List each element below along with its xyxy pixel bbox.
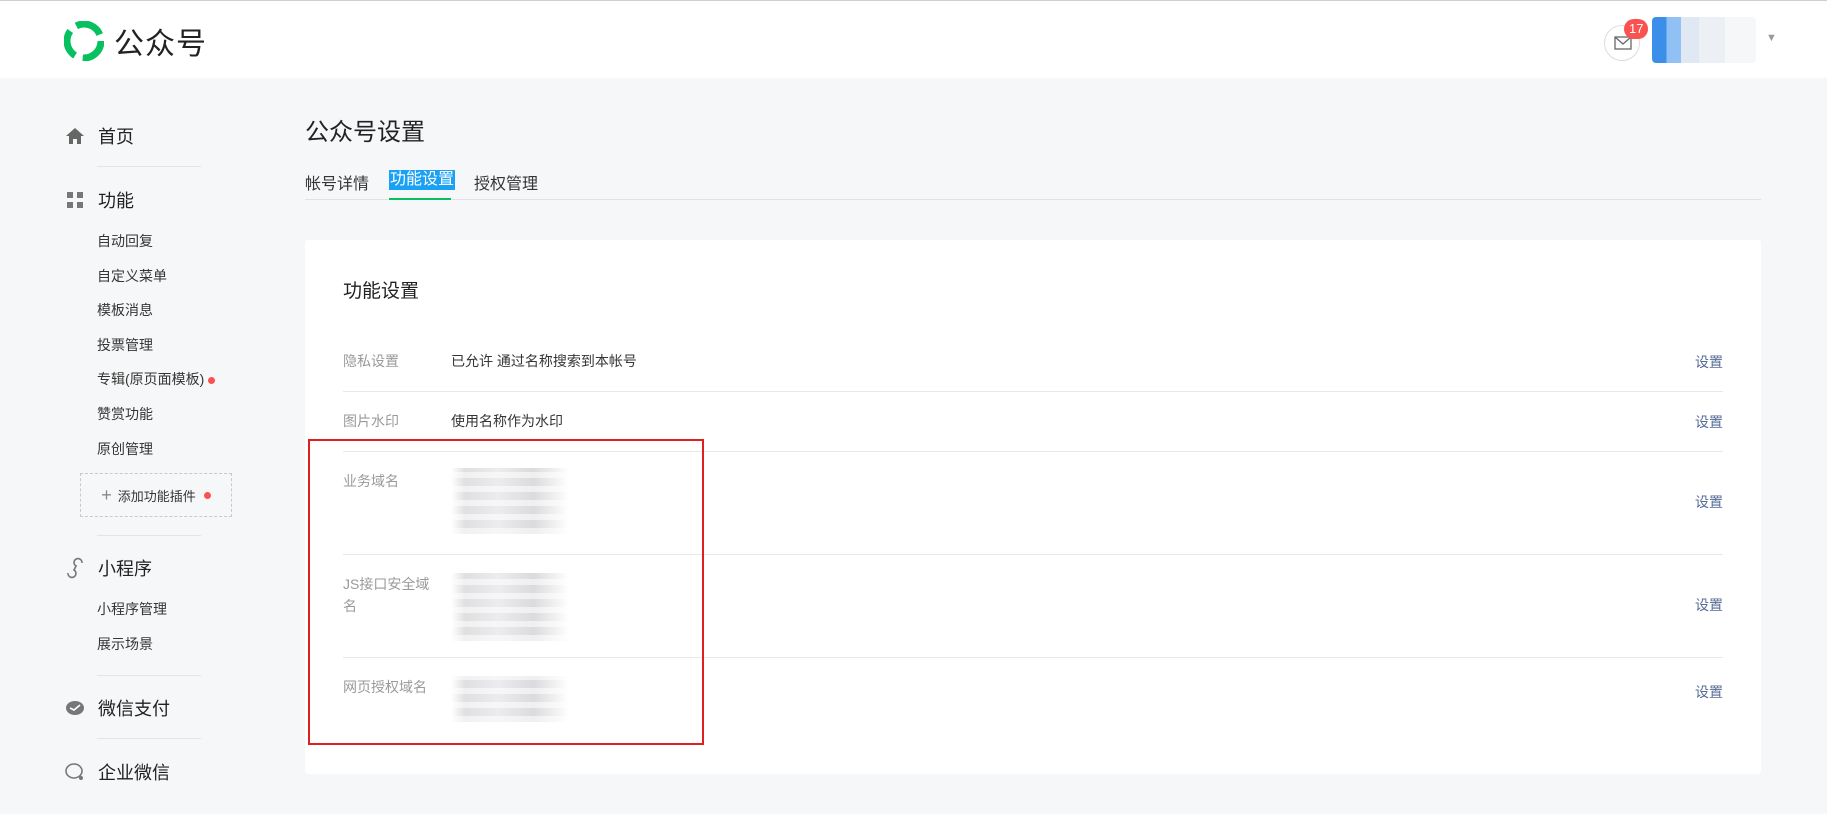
new-dot	[208, 376, 216, 384]
settings-link[interactable]: 设置	[1695, 682, 1723, 702]
sidebar-item-home[interactable]: 首页	[64, 123, 134, 149]
add-plugin-button[interactable]: + 添加功能插件	[80, 473, 232, 517]
sidebar-item-label: 首页	[98, 127, 134, 147]
sidebar-item-vote-management[interactable]: 投票管理	[97, 335, 153, 355]
sidebar-item-reward[interactable]: 赞赏功能	[97, 404, 153, 424]
plus-icon: +	[101, 484, 112, 505]
brand-name: 公众号	[114, 28, 207, 61]
tab-authorization-management[interactable]: 授权管理	[474, 170, 538, 194]
sidebar-item-features[interactable]: 功能	[64, 187, 134, 213]
sidebar-item-album[interactable]: 专辑(原页面模板)	[97, 369, 216, 389]
sidebar-item-wechat-pay[interactable]: 微信支付	[64, 695, 170, 721]
highlight-annotation-box	[308, 439, 704, 745]
tab-feature-settings[interactable]: 功能设置	[389, 170, 456, 190]
chevron-down-icon[interactable]: ▼	[1766, 32, 1777, 44]
wechat-official-account-logo-icon	[64, 21, 104, 61]
miniprogram-icon	[67, 557, 83, 579]
wecom-icon	[65, 763, 83, 780]
row-label: 图片水印	[343, 413, 399, 429]
row-label: 隐私设置	[343, 353, 399, 369]
add-plugin-label: 添加功能插件	[117, 488, 196, 504]
grid-icon	[67, 192, 83, 208]
sidebar-item-template-message[interactable]: 模板消息	[97, 300, 153, 320]
sidebar-item-custom-menu[interactable]: 自定义菜单	[97, 266, 167, 286]
tab-bar: 帐号详情 功能设置 授权管理	[305, 170, 1761, 200]
divider	[97, 738, 201, 739]
home-icon	[66, 128, 84, 144]
row-value: 已允许 通过名称搜索到本帐号	[451, 353, 637, 369]
settings-link[interactable]: 设置	[1695, 352, 1723, 372]
settings-link[interactable]: 设置	[1695, 595, 1723, 615]
sidebar: 首页 功能 自动回复 自定义菜单 模板消息 投票管理 专辑(原页面模板) 赞赏功…	[0, 78, 270, 814]
active-tab-indicator	[389, 198, 451, 200]
sidebar-item-display-scenes[interactable]: 展示场景	[97, 634, 153, 654]
settings-link[interactable]: 设置	[1695, 492, 1723, 512]
wechat-pay-icon	[66, 701, 84, 715]
top-bar: 公众号 17 ▼	[0, 0, 1827, 78]
sidebar-item-miniprogram[interactable]: 小程序	[64, 555, 152, 581]
page-title: 公众号设置	[305, 119, 425, 146]
sidebar-item-label: 企业微信	[98, 763, 170, 783]
settings-row-privacy: 隐私设置 已允许 通过名称搜索到本帐号 设置	[343, 342, 1723, 392]
settings-link[interactable]: 设置	[1695, 412, 1723, 432]
sidebar-item-miniprogram-management[interactable]: 小程序管理	[97, 599, 167, 619]
divider	[97, 675, 201, 676]
sidebar-item-label: 功能	[98, 191, 134, 211]
sidebar-item-wecom[interactable]: 企业微信	[64, 759, 170, 785]
new-dot	[203, 491, 211, 499]
divider	[97, 535, 201, 536]
sidebar-item-label: 小程序	[98, 559, 152, 579]
row-value: 使用名称作为水印	[451, 413, 563, 429]
sidebar-item-original[interactable]: 原创管理	[97, 439, 153, 459]
sidebar-item-label: 专辑(原页面模板)	[97, 371, 205, 387]
brand-logo[interactable]: 公众号	[64, 19, 207, 63]
sidebar-item-auto-reply[interactable]: 自动回复	[97, 231, 153, 251]
account-avatar[interactable]	[1652, 17, 1756, 63]
tab-account-details[interactable]: 帐号详情	[305, 170, 369, 194]
message-count-badge: 17	[1624, 19, 1649, 39]
divider	[97, 166, 201, 167]
card-title: 功能设置	[343, 281, 420, 302]
sidebar-item-label: 微信支付	[98, 699, 170, 719]
